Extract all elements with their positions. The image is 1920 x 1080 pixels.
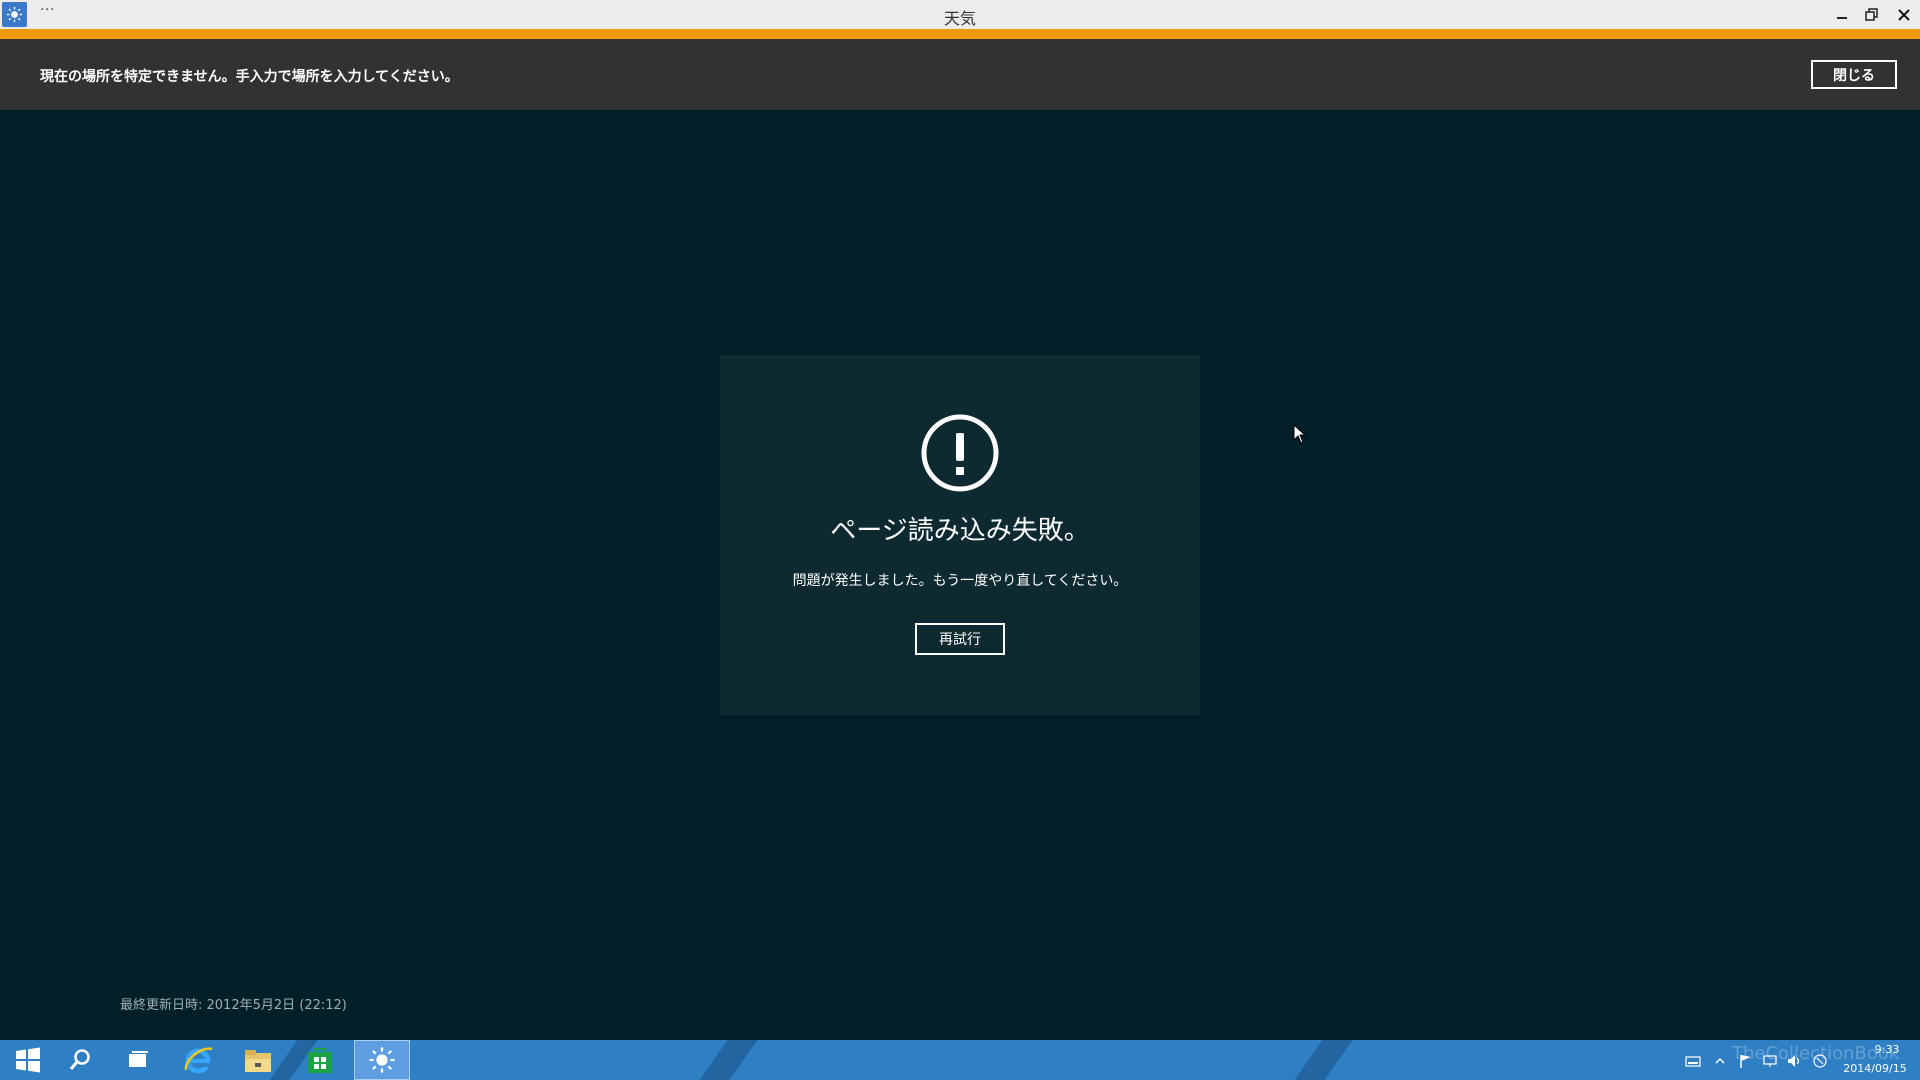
store-icon [308, 1048, 332, 1073]
keyboard-icon[interactable] [1685, 1053, 1701, 1069]
taskbar-weather[interactable] [354, 1040, 410, 1080]
network-icon[interactable] [1762, 1053, 1778, 1069]
error-title: ページ読み込み失敗。 [830, 516, 1090, 546]
weather-sun-icon [369, 1047, 395, 1073]
error-panel: ページ読み込み失敗。 問題が発生しました。もう一度やり直してください。 再試行 [720, 355, 1200, 715]
folder-icon [245, 1050, 271, 1072]
exclamation-icon [921, 414, 999, 492]
last-updated-text: 最終更新日時: 2012年5月2日 (22:12) [120, 998, 347, 1013]
notification-close-button[interactable]: 閉じる [1811, 60, 1897, 89]
clock-date[interactable]: 2014/09/15 [1840, 1062, 1910, 1075]
status-icon[interactable] [1812, 1053, 1828, 1069]
notification-message: 現在の場所を特定できません。手入力で場所を入力してください。 [40, 69, 459, 85]
close-window-button[interactable] [1894, 5, 1914, 25]
window-title: 天気 [943, 9, 976, 28]
minimize-button[interactable] [1832, 5, 1852, 25]
notification-bar: 現在の場所を特定できません。手入力で場所を入力してください。 閉じる [0, 39, 1920, 110]
taskbar-file-explorer[interactable] [230, 1040, 286, 1080]
accent-line [0, 29, 1920, 39]
flag-icon[interactable] [1738, 1053, 1754, 1069]
taskbar-decoration [685, 1040, 765, 1080]
retry-button[interactable]: 再試行 [915, 623, 1005, 655]
restore-button[interactable] [1862, 5, 1882, 25]
search-button[interactable] [52, 1040, 108, 1080]
taskbar [0, 1040, 1920, 1080]
minimize-icon [1837, 17, 1847, 19]
title-bar: ··· 天気 [0, 0, 1920, 29]
windows-logo-icon [16, 1047, 40, 1073]
task-view-button[interactable] [110, 1040, 166, 1080]
taskbar-internet-explorer[interactable] [170, 1040, 226, 1080]
taskbar-store[interactable] [292, 1040, 348, 1080]
search-icon [69, 1049, 90, 1070]
error-message: 問題が発生しました。もう一度やり直してください。 [792, 573, 1128, 589]
clock-time[interactable]: 9:33 [1862, 1043, 1912, 1056]
close-icon [1898, 9, 1910, 21]
chevron-up-icon[interactable] [1712, 1053, 1728, 1069]
restore-icon [1865, 8, 1878, 21]
internet-explorer-icon [184, 1047, 213, 1074]
speaker-icon[interactable] [1786, 1053, 1802, 1069]
mouse-cursor-icon [1293, 424, 1307, 444]
task-view-icon [129, 1051, 148, 1067]
start-button[interactable] [0, 1040, 56, 1080]
taskbar-decoration [1280, 1040, 1360, 1080]
